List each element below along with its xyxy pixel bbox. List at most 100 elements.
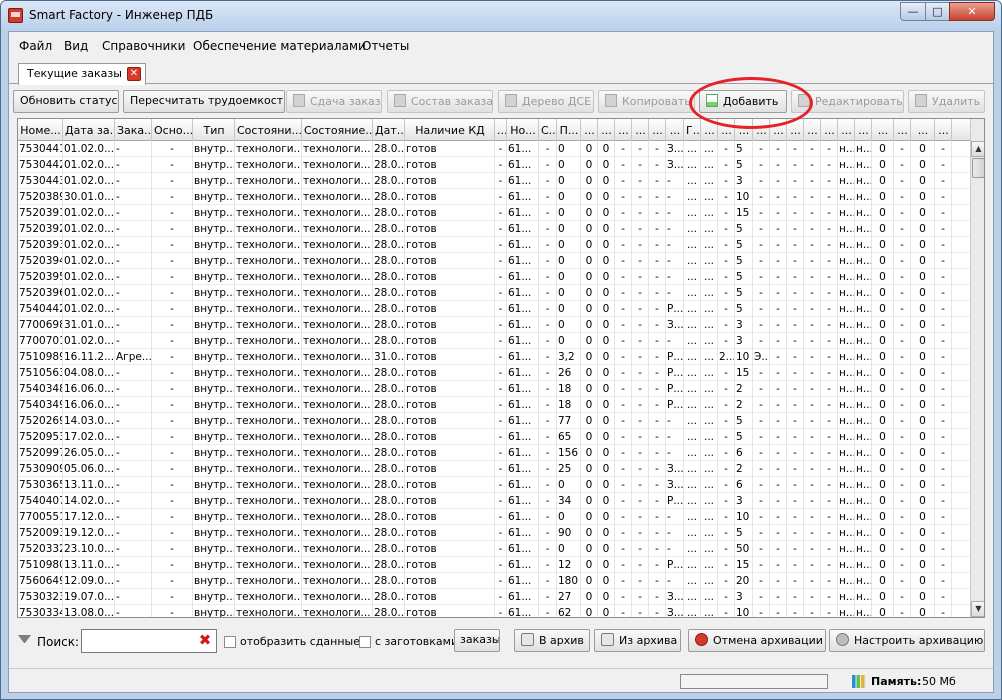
edit-button[interactable]: Редактировать: [791, 90, 904, 113]
dse-tree-button[interactable]: Дерево ДСЕ: [498, 90, 594, 113]
add-button[interactable]: Добавить: [699, 90, 787, 113]
column-header[interactable]: Дата за...: [63, 119, 115, 141]
table-row[interactable]: 7540349 16.06.0... - - внутр... технологи... т…: [18, 397, 970, 413]
column-header[interactable]: Г...: [684, 119, 701, 141]
table-cell: -: [718, 445, 735, 461]
column-header[interactable]: Осно...: [152, 119, 193, 141]
tab-current-orders[interactable]: Текущие заказы ✕: [18, 63, 146, 85]
column-header[interactable]: ...: [838, 119, 855, 141]
column-header[interactable]: ...: [935, 119, 952, 141]
delete-button[interactable]: Удалить: [908, 90, 985, 113]
column-header[interactable]: Состояни...: [235, 119, 302, 141]
table-row[interactable]: 7520332 23.10.0... - - внутр... технологи... т…: [18, 541, 970, 557]
table-row[interactable]: 7530441 01.02.0... - - внутр... технологи... т…: [18, 141, 970, 157]
column-header[interactable]: Дат...: [373, 119, 405, 141]
table-row[interactable]: 7520093 19.12.0... - - внутр... технологи... т…: [18, 525, 970, 541]
column-header[interactable]: ...: [911, 119, 935, 141]
table-row[interactable]: 7540348 16.06.0... - - внутр... технологи... т…: [18, 381, 970, 397]
vertical-scrollbar[interactable]: ▲ ▼: [970, 119, 984, 617]
to-archive-button[interactable]: В архив: [514, 629, 590, 652]
table-row[interactable]: 7520392 01.02.0... - - внутр... технологи... т…: [18, 221, 970, 237]
table-row[interactable]: 7520389 30.01.0... - - внутр... технологи... т…: [18, 189, 970, 205]
column-header[interactable]: ...: [598, 119, 615, 141]
menu-materials[interactable]: Обеспечение материалами: [193, 39, 366, 53]
table-cell: -: [615, 477, 632, 493]
minimize-button[interactable]: —: [900, 2, 926, 21]
column-header[interactable]: ...: [701, 119, 718, 141]
table-row[interactable]: 7530323 19.07.0... - - внутр... технологи... т…: [18, 589, 970, 605]
setup-archive-button[interactable]: Настроить архивацию: [829, 629, 985, 652]
column-header[interactable]: Зака...: [115, 119, 152, 141]
refresh-status-button[interactable]: Обновить статус: [13, 90, 119, 113]
table-row[interactable]: 7520953 17.02.0... - - внутр... технологи... т…: [18, 429, 970, 445]
column-header[interactable]: С...: [539, 119, 557, 141]
table-row[interactable]: 7560649 12.09.0... - - внутр... технологи... т…: [18, 573, 970, 589]
table-row[interactable]: 7540442 01.02.0... - - внутр... технологи... т…: [18, 301, 970, 317]
order-contents-button[interactable]: Состав заказа: [387, 90, 493, 113]
hand-over-order-button[interactable]: Сдача заказа: [286, 90, 382, 113]
menu-references[interactable]: Справочники: [102, 39, 185, 53]
column-header[interactable]: ...: [770, 119, 787, 141]
column-header[interactable]: ...: [821, 119, 838, 141]
from-archive-button[interactable]: Из архива: [594, 629, 681, 652]
menu-reports[interactable]: Отчеты: [362, 39, 409, 53]
table-row[interactable]: 7530365 13.11.0... - - внутр... технологи... т…: [18, 477, 970, 493]
column-header[interactable]: Состояние...: [302, 119, 373, 141]
table-row[interactable]: 7530442 01.02.0... - - внутр... технологи... т…: [18, 157, 970, 173]
column-header[interactable]: ...: [872, 119, 894, 141]
table-row[interactable]: 7520393 01.02.0... - - внутр... технологи... т…: [18, 237, 970, 253]
menu-view[interactable]: Вид: [64, 39, 88, 53]
column-header[interactable]: ...: [735, 119, 753, 141]
copy-button[interactable]: Копировать: [598, 90, 695, 113]
column-header[interactable]: ...: [615, 119, 632, 141]
table-row[interactable]: 7510563 04.08.0... - - внутр... технологи... т…: [18, 365, 970, 381]
table-cell: 0: [911, 429, 935, 445]
tab-close-icon[interactable]: ✕: [127, 67, 141, 81]
clear-search-icon[interactable]: ✖: [197, 632, 213, 648]
scroll-thumb[interactable]: [972, 158, 984, 178]
show-handed-checkbox[interactable]: [224, 636, 236, 648]
table-cell: 0: [872, 397, 894, 413]
table-cell: -: [615, 525, 632, 541]
column-header[interactable]: Номе...: [18, 119, 63, 141]
close-window-button[interactable]: ✕: [949, 2, 995, 21]
table-row[interactable]: 7520269 14.03.0... - - внутр... технологи... т…: [18, 413, 970, 429]
maximize-button[interactable]: □: [925, 2, 950, 21]
column-header[interactable]: ...: [632, 119, 649, 141]
table-row[interactable]: 7510980 13.11.0... - - внутр... технологи... т…: [18, 557, 970, 573]
column-header[interactable]: ...: [649, 119, 666, 141]
table-row[interactable]: 7530334 13.08.0... - - внутр... технологи... т…: [18, 605, 970, 617]
table-row[interactable]: 7700698 31.01.0... - - внутр... технологи... т…: [18, 317, 970, 333]
table-row[interactable]: 7530443 01.02.0... - - внутр... технологи... т…: [18, 173, 970, 189]
table-row[interactable]: 7540407 14.02.0... - - внутр... технологи... т…: [18, 493, 970, 509]
column-header[interactable]: ...: [753, 119, 770, 141]
column-header[interactable]: ...: [804, 119, 821, 141]
scroll-down-icon[interactable]: ▼: [971, 601, 984, 617]
column-header[interactable]: Тип: [193, 119, 235, 141]
menu-file[interactable]: Файл: [19, 39, 52, 53]
column-header[interactable]: ...: [855, 119, 872, 141]
table-row[interactable]: 7700551 17.12.0... - - внутр... технологи... т…: [18, 509, 970, 525]
column-header[interactable]: ...: [787, 119, 804, 141]
recalc-labor-button[interactable]: Пересчитать трудоемкость: [123, 90, 285, 113]
column-header[interactable]: Но...: [507, 119, 539, 141]
table-row[interactable]: 7520997 26.05.0... - - внутр... технологи... т…: [18, 445, 970, 461]
scroll-up-icon[interactable]: ▲: [971, 141, 984, 157]
column-header[interactable]: ...: [894, 119, 911, 141]
column-header[interactable]: Наличие КД: [405, 119, 495, 141]
column-header[interactable]: ...: [581, 119, 598, 141]
column-header[interactable]: П...: [557, 119, 581, 141]
column-header[interactable]: ...: [666, 119, 684, 141]
column-header[interactable]: ...: [718, 119, 735, 141]
orders-button[interactable]: заказы: [454, 629, 500, 652]
column-header[interactable]: ...: [495, 119, 507, 141]
cancel-archive-button[interactable]: Отмена архивации: [688, 629, 826, 652]
table-row[interactable]: 7510989 16.11.2... Агре... - внутр... техноло…: [18, 349, 970, 365]
table-row[interactable]: 7520395 01.02.0... - - внутр... технологи... т…: [18, 269, 970, 285]
table-row[interactable]: 7530909 05.06.0... - - внутр... технологи... т…: [18, 461, 970, 477]
table-row[interactable]: 7700701 01.02.0... - - внутр... технологи... т…: [18, 333, 970, 349]
table-row[interactable]: 7520391 01.02.0... - - внутр... технологи... т…: [18, 205, 970, 221]
table-row[interactable]: 7520396 01.02.0... - - внутр... технологи... т…: [18, 285, 970, 301]
table-row[interactable]: 7520394 01.02.0... - - внутр... технологи... т…: [18, 253, 970, 269]
with-blanks-checkbox[interactable]: [359, 636, 371, 648]
